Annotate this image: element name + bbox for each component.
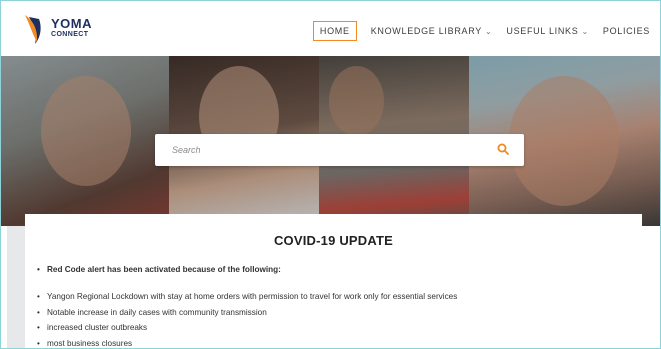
nav-home-label: HOME	[319, 26, 350, 36]
alert-reasons-list: Yangon Regional Lockdown with stay at ho…	[37, 292, 457, 349]
site-header: YOMA CONNECT HOME KNOWLEDGE LIBRARY ⌄ US…	[1, 1, 660, 57]
nav-knowledge-library-label: KNOWLEDGE LIBRARY	[370, 26, 482, 36]
nav-useful-links[interactable]: USEFUL LINKS ⌄	[506, 26, 589, 36]
list-item: most business closures	[37, 339, 457, 349]
hero-banner	[1, 56, 660, 226]
content-side-strip	[7, 226, 25, 348]
main-nav: HOME KNOWLEDGE LIBRARY ⌄ USEFUL LINKS ⌄ …	[312, 21, 650, 41]
logo-subtitle: CONNECT	[51, 31, 89, 38]
nav-policies-label: POLICIES	[602, 26, 650, 36]
yoma-connect-logo[interactable]: YOMA CONNECT	[25, 13, 105, 45]
nav-useful-links-label: USEFUL LINKS	[506, 26, 579, 36]
nav-home[interactable]: HOME	[312, 21, 357, 41]
chevron-down-icon: ⌄	[484, 26, 493, 36]
logo-swoosh-icon	[25, 15, 41, 44]
search-input[interactable]	[155, 134, 485, 166]
page-frame: YOMA CONNECT HOME KNOWLEDGE LIBRARY ⌄ US…	[0, 0, 661, 349]
nav-policies[interactable]: POLICIES	[603, 26, 650, 36]
list-item: increased cluster outbreaks	[37, 323, 457, 333]
search-icon[interactable]	[497, 143, 509, 155]
main-content: COVID-19 UPDATE Red Code alert has been …	[25, 214, 642, 349]
alert-lead-item: Red Code alert has been activated becaus…	[37, 265, 281, 275]
page-title: COVID-19 UPDATE	[273, 233, 394, 248]
list-item: Notable increase in daily cases with com…	[37, 308, 457, 318]
alert-lead-list: Red Code alert has been activated becaus…	[37, 265, 281, 275]
logo-wordmark: YOMA	[51, 16, 92, 31]
nav-knowledge-library[interactable]: KNOWLEDGE LIBRARY ⌄	[371, 26, 493, 36]
chevron-down-icon: ⌄	[581, 26, 589, 36]
list-item: Yangon Regional Lockdown with stay at ho…	[37, 292, 457, 302]
search-box	[155, 134, 524, 166]
